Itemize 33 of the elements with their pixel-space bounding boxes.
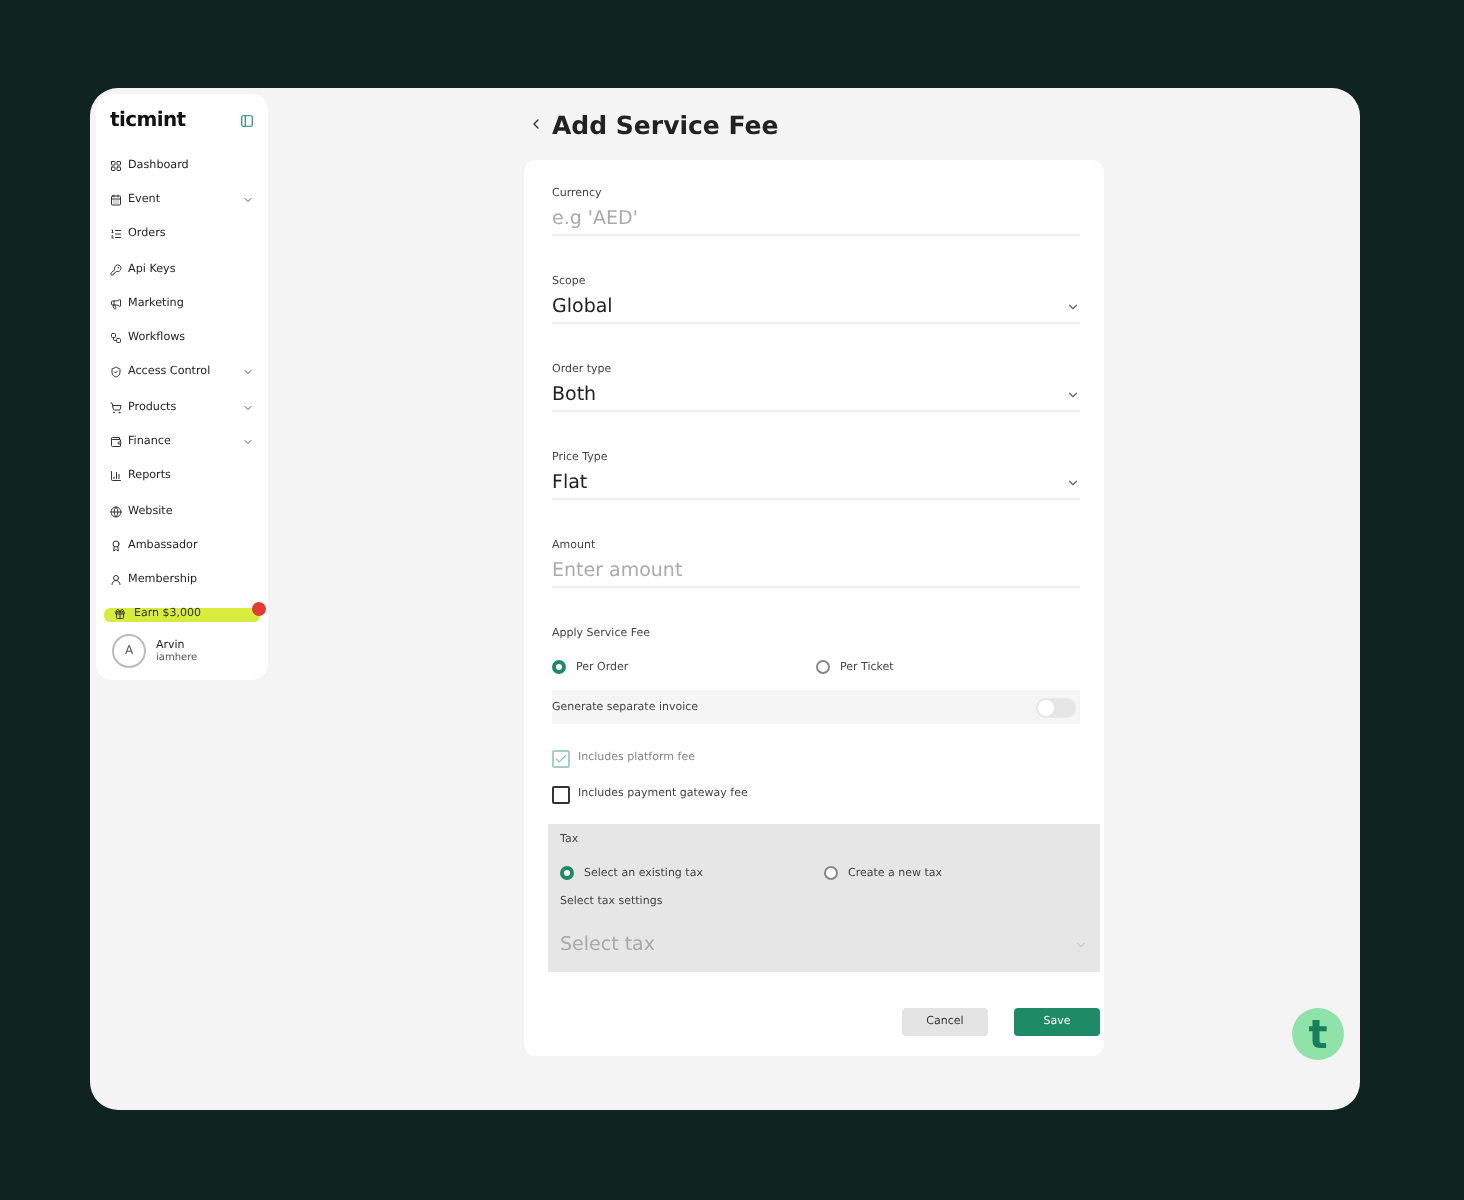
radio-icon [552,660,566,674]
input-field[interactable]: e.g 'AED' [552,208,1080,236]
globe-icon [110,505,122,518]
chevron-icon [1066,388,1080,402]
chevron-icon [1074,937,1088,951]
brand-logo: ticmint [110,110,186,132]
select-field[interactable]: Global [552,296,1080,324]
cart-icon [110,401,122,414]
grid-icon [110,159,122,172]
award-icon [110,539,122,552]
select-field[interactable]: Both [552,384,1080,412]
gift-icon [114,608,126,621]
radio-icon [560,866,574,880]
user-icon [110,574,122,587]
shield-icon [110,366,122,379]
radio-icon [824,866,838,880]
chevron-icon [1066,300,1080,314]
select-field[interactable]: Flat [552,472,1080,500]
bar-chart-icon [110,470,122,483]
wallet-icon [110,436,122,449]
chevron-icon [1066,476,1080,490]
list-icon [110,228,122,241]
workflow-icon [110,332,122,345]
key-icon [110,263,122,276]
calendar-icon [110,193,122,206]
input-field[interactable]: Enter amount [552,560,1080,588]
checkbox[interactable] [552,785,570,803]
panel-icon[interactable] [240,114,254,128]
back-icon[interactable] [528,116,544,132]
megaphone-icon [110,297,122,310]
page-title: Add Service Fee [552,109,779,139]
toggle-switch[interactable] [1036,697,1076,717]
radio-icon [816,660,830,674]
